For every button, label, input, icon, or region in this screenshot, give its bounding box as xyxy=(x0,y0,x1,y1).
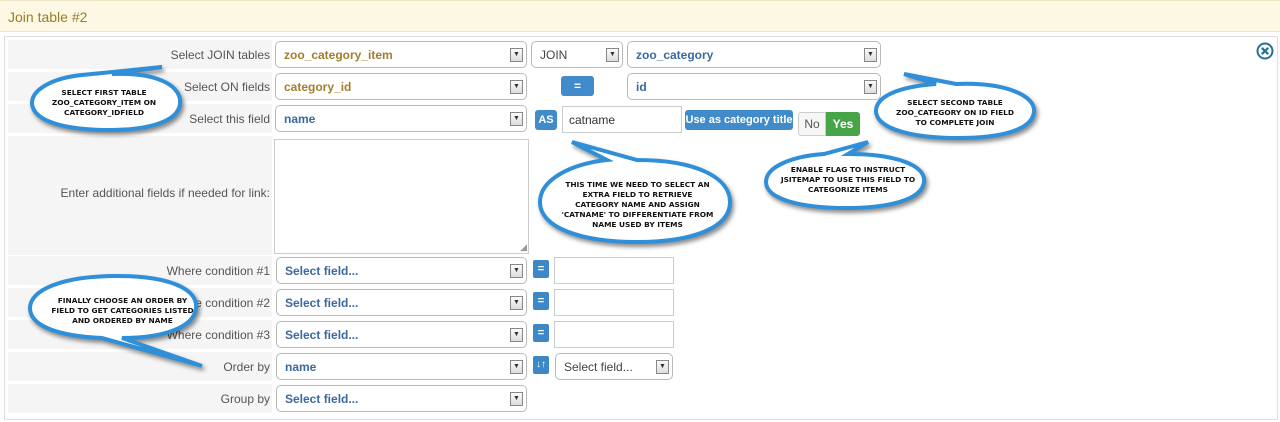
on-field-2-select[interactable]: id ▼ xyxy=(627,73,881,100)
callout-first-table: Select first table zoo_category_item on … xyxy=(51,88,157,117)
where-3-value-input[interactable] xyxy=(554,321,674,348)
order-direction-value: Select field... xyxy=(564,360,633,374)
toggle-yes[interactable]: Yes xyxy=(826,112,860,136)
group-by-field-select[interactable]: Select field... ▼ xyxy=(276,385,527,412)
where-3-operator[interactable]: = xyxy=(533,324,549,342)
on-operator-button[interactable]: = xyxy=(561,76,594,96)
as-badge: AS xyxy=(535,110,557,130)
on-field-2-value: id xyxy=(636,80,647,94)
chevron-down-icon: ▼ xyxy=(510,80,523,94)
chevron-down-icon: ▼ xyxy=(510,264,523,278)
label-additional-fields: Enter additional fields if needed for li… xyxy=(8,136,272,256)
where-1-operator[interactable]: = xyxy=(533,260,549,278)
join-type-value: JOIN xyxy=(540,48,568,62)
chevron-down-icon: ▼ xyxy=(606,48,619,62)
callout-second-table: Select second table zoo_category on id f… xyxy=(895,98,1015,127)
where-1-field-select[interactable]: Select field... ▼ xyxy=(276,257,527,284)
join-table-2-value: zoo_category xyxy=(636,48,714,62)
chevron-down-icon: ▼ xyxy=(510,360,523,374)
close-icon[interactable] xyxy=(1256,42,1274,60)
callout-order-by: Finally choose an order by field to get … xyxy=(51,296,194,325)
chevron-down-icon: ▼ xyxy=(656,360,669,374)
order-by-field-value: name xyxy=(285,360,317,374)
alias-input[interactable]: catname xyxy=(562,106,682,133)
resize-handle-icon[interactable]: ◢ xyxy=(520,242,527,253)
on-field-1-value: category_id xyxy=(284,80,352,94)
order-by-field-select[interactable]: name ▼ xyxy=(276,353,527,380)
chevron-down-icon: ▼ xyxy=(510,112,523,126)
order-direction-select[interactable]: Select field... ▼ xyxy=(555,353,673,380)
where-2-field-value: Select field... xyxy=(285,296,359,310)
where-3-field-select[interactable]: Select field... ▼ xyxy=(276,321,527,348)
callout-extra-field: This time we need to select an extra fie… xyxy=(561,180,714,229)
chevron-down-icon: ▼ xyxy=(510,48,523,62)
sort-icon[interactable]: ↓↑ xyxy=(533,356,549,374)
chevron-down-icon: ▼ xyxy=(864,48,877,62)
panel-title: Join table #2 xyxy=(0,0,1280,32)
join-table-1-select[interactable]: zoo_category_item ▼ xyxy=(275,41,527,68)
where-2-field-select[interactable]: Select field... ▼ xyxy=(276,289,527,316)
join-type-select[interactable]: JOIN ▼ xyxy=(531,41,623,68)
chevron-down-icon: ▼ xyxy=(510,392,523,406)
callout-enable-flag: Enable flag to instruct jsitemap to use … xyxy=(780,165,916,194)
label-group-by: Group by xyxy=(8,384,272,414)
select-field-value: name xyxy=(284,112,316,126)
where-1-value-input[interactable] xyxy=(554,257,674,284)
join-table-2-select[interactable]: zoo_category ▼ xyxy=(627,41,881,68)
where-1-field-value: Select field... xyxy=(285,264,359,278)
additional-fields-textarea[interactable]: ◢ xyxy=(274,139,529,254)
chevron-down-icon: ▼ xyxy=(510,328,523,342)
on-field-1-select[interactable]: category_id ▼ xyxy=(275,73,527,100)
group-by-field-value: Select field... xyxy=(285,392,359,406)
where-3-field-value: Select field... xyxy=(285,328,359,342)
join-table-1-value: zoo_category_item xyxy=(284,48,393,62)
where-2-value-input[interactable] xyxy=(554,289,674,316)
where-2-operator[interactable]: = xyxy=(533,292,549,310)
chevron-down-icon: ▼ xyxy=(510,296,523,310)
select-field-select[interactable]: name ▼ xyxy=(275,105,527,132)
use-as-category-title-button[interactable]: Use as category title xyxy=(685,110,793,130)
toggle-no[interactable]: No xyxy=(798,112,826,136)
